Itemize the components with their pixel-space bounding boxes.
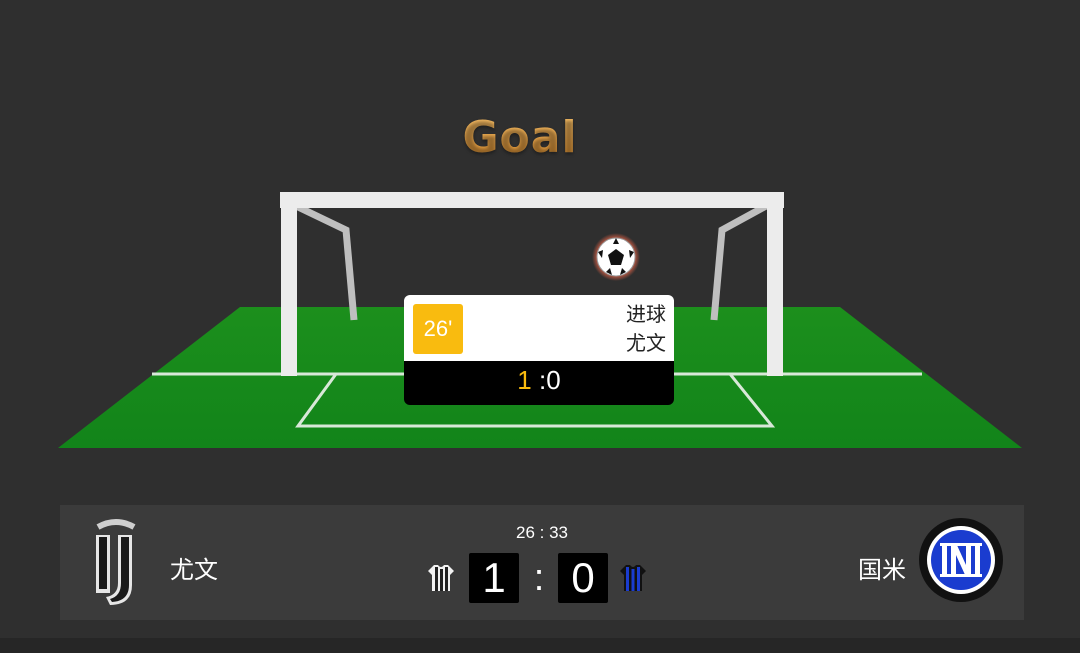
away-score: 0: [558, 553, 608, 603]
home-score: 1: [469, 553, 519, 603]
bottom-strip: [0, 638, 1080, 653]
event-team-label: 尤文: [626, 331, 666, 355]
event-score-away: :0: [531, 365, 561, 395]
event-type-label: 进球: [626, 302, 666, 326]
soccer-ball-icon: [592, 233, 640, 281]
event-score-home: 1: [517, 365, 532, 395]
home-jersey-icon: [428, 565, 454, 591]
event-score-line: 1 :0: [404, 361, 674, 405]
match-score-bar: 尤文 26 : 33 1 : 0 国米: [60, 505, 1024, 620]
goal-event-card: 26' 进球 尤文 1 :0: [404, 295, 674, 405]
goal-animation-stage: Goal 26' 进球 尤文 1 :0: [0, 0, 1080, 500]
event-minute-badge: 26': [413, 304, 463, 354]
event-card-header: 26' 进球 尤文: [404, 295, 674, 361]
away-team-name: 国米: [858, 556, 906, 584]
goal-title: Goal: [0, 112, 1040, 163]
inter-logo-icon: [919, 518, 1003, 602]
home-team-name: 尤文: [170, 556, 218, 584]
match-clock: 26 : 33: [516, 523, 568, 542]
score-separator: :: [533, 557, 545, 599]
away-jersey-icon: [620, 565, 646, 591]
pitch-scene: [58, 192, 1022, 448]
